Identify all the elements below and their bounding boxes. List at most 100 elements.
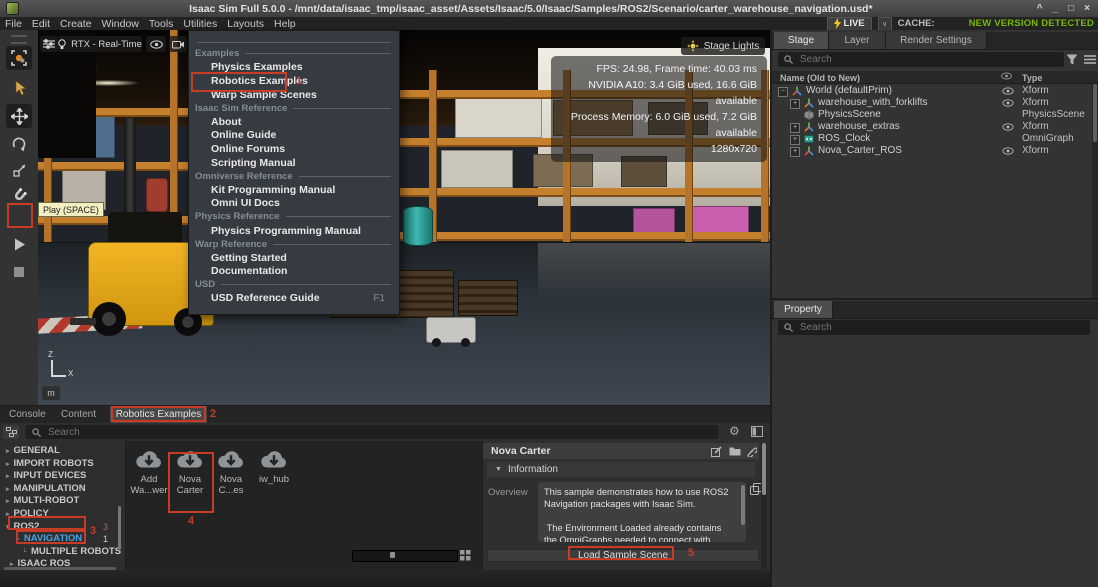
category-multi-robot[interactable]: ▸MULTI-ROBOT <box>0 495 125 507</box>
scale-tool-icon[interactable] <box>6 158 32 182</box>
menu-file[interactable]: File <box>0 18 27 30</box>
visibility-menu-icon[interactable] <box>146 36 166 52</box>
browser-search[interactable] <box>26 425 718 439</box>
menu-item-kit-programming-manual[interactable]: Kit Programming Manual <box>189 183 399 197</box>
cursor-tool-icon[interactable] <box>6 76 32 100</box>
tab-content[interactable]: Content <box>61 406 96 423</box>
menu-item-physics-programming-manual[interactable]: Physics Programming Manual <box>189 224 399 238</box>
link-icon[interactable] <box>746 446 757 457</box>
menu-item-online-guide[interactable]: Online Guide <box>189 129 399 143</box>
overview-scrollbar[interactable] <box>741 485 745 525</box>
menu-tools[interactable]: Tools <box>144 18 179 30</box>
tab-render-settings[interactable]: Render Settings <box>886 32 987 49</box>
load-sample-scene-button[interactable]: Load Sample Scene <box>487 549 759 562</box>
menu-item-physics-examples[interactable]: Physics Examples <box>189 61 399 75</box>
detail-scrollbar[interactable] <box>761 443 767 569</box>
grid-view-icon[interactable] <box>460 550 471 561</box>
maximize-button[interactable]: □ <box>1068 3 1074 14</box>
menu-help[interactable]: Help <box>269 18 301 30</box>
card-nova-carter[interactable]: NovaCarter <box>169 449 211 496</box>
filter-icon[interactable] <box>1066 54 1078 65</box>
stage-row-nova-carter-ros[interactable]: + Nova_Carter_ROS Xform <box>772 145 1090 157</box>
menu-create[interactable]: Create <box>55 18 97 30</box>
minimize-button[interactable]: _ <box>1053 3 1059 14</box>
menu-item-scripting-manual[interactable]: Scripting Manual <box>189 156 399 170</box>
menu-window[interactable]: Window <box>97 18 144 30</box>
category-multiple-robots[interactable]: └MULTIPLE ROBOTS <box>0 546 125 558</box>
toolbar-drag-handle[interactable] <box>11 35 27 44</box>
stage-row-warehouse-extras[interactable]: + warehouse_extras Xform <box>772 121 1090 133</box>
expand-icon[interactable]: + <box>790 123 800 133</box>
collapse-icon[interactable]: − <box>778 87 788 97</box>
category-import-robots[interactable]: ▸IMPORT ROBOTS <box>0 458 125 470</box>
menu-item-warp-sample-scenes[interactable]: Warp Sample Scenes <box>189 88 399 102</box>
snap-tool-icon[interactable] <box>6 183 32 207</box>
settings-gear-icon[interactable]: ⚙ <box>729 424 740 438</box>
visibility-eye-icon[interactable] <box>1002 99 1014 107</box>
category-general[interactable]: ▸GENERAL <box>0 445 125 457</box>
property-search[interactable] <box>778 320 1090 335</box>
rotate-tool-icon[interactable] <box>6 132 32 156</box>
stage-lights-button[interactable]: Stage Lights <box>681 37 765 55</box>
camera-menu-icon[interactable] <box>169 36 187 52</box>
tab-robotics-examples[interactable]: Robotics Examples <box>110 406 207 423</box>
viewport-settings-icon[interactable] <box>40 36 58 52</box>
card-iw-hub[interactable]: iw_hub <box>253 449 295 485</box>
units-indicator[interactable]: m <box>42 386 60 400</box>
card-size-slider[interactable] <box>352 550 458 562</box>
edit-icon[interactable] <box>711 446 722 457</box>
visibility-eye-icon[interactable] <box>1002 123 1014 131</box>
stage-search[interactable] <box>778 52 1064 67</box>
viewport[interactable]: RTX - Real-Time Stage Lights FPS: 24.98,… <box>38 30 770 405</box>
expand-icon[interactable]: + <box>790 99 800 109</box>
menu-item-getting-started[interactable]: Getting Started <box>189 251 399 265</box>
menu-item-online-forums[interactable]: Online Forums <box>189 142 399 156</box>
stage-row-physicsscene[interactable]: PhysicsScene PhysicsScene <box>772 109 1090 121</box>
menu-item-documentation[interactable]: Documentation <box>189 265 399 279</box>
category-tree-icon[interactable] <box>3 425 19 439</box>
tab-layer[interactable]: Layer <box>829 32 886 49</box>
tab-property[interactable]: Property <box>774 301 833 318</box>
menu-layouts[interactable]: Layouts <box>222 18 269 30</box>
card-nova-carter-es[interactable]: NovaC...es <box>210 449 252 496</box>
information-section-header[interactable]: ▼ Information <box>487 462 755 477</box>
stage-search-input[interactable] <box>798 53 1058 66</box>
axis-gizmo[interactable]: Z X <box>44 352 74 382</box>
category-scrollbar[interactable] <box>118 506 121 550</box>
close-button[interactable]: × <box>1084 3 1090 14</box>
expand-icon[interactable]: + <box>790 147 800 157</box>
category-policy[interactable]: ▸POLICY <box>0 508 125 520</box>
live-button[interactable]: LIVE <box>827 17 872 31</box>
menu-item-omni-ui-docs[interactable]: Omni UI Docs <box>189 197 399 211</box>
category-manipulation[interactable]: ▸MANIPULATION <box>0 483 125 495</box>
menu-item-about[interactable]: About <box>189 115 399 129</box>
visibility-eye-icon[interactable] <box>1002 87 1014 95</box>
stage-column-header[interactable]: Name (Old to New) Type <box>772 71 1098 84</box>
play-button[interactable] <box>6 232 32 256</box>
options-menu-icon[interactable] <box>1084 55 1096 64</box>
browser-search-input[interactable] <box>46 426 712 439</box>
stage-row-warehouse-with-forklifts[interactable]: + warehouse_with_forklifts Xform <box>772 97 1090 109</box>
move-tool-icon[interactable] <box>6 104 32 128</box>
panel-layout-icon[interactable] <box>751 426 763 437</box>
card-add-warehouse[interactable]: AddWa...wer <box>128 449 170 496</box>
stage-row-ros-clock[interactable]: + ROS_Clock OmniGraph <box>772 133 1090 145</box>
selection-tool-icon[interactable] <box>6 46 32 70</box>
menu-utilities[interactable]: Utilities <box>178 18 222 30</box>
category-input-devices[interactable]: ▸INPUT DEVICES <box>0 470 125 482</box>
expand-icon[interactable]: + <box>790 135 800 145</box>
panel-splitter[interactable] <box>772 298 1098 300</box>
stage-row-world[interactable]: − World (defaultPrim) Xform <box>772 85 1090 97</box>
menu-edit[interactable]: Edit <box>27 18 55 30</box>
menu-item-usd-reference-guide[interactable]: USD Reference Guide F1 <box>189 292 399 306</box>
stop-button[interactable] <box>6 260 32 284</box>
live-dropdown-chevron[interactable]: ∨ <box>878 17 892 31</box>
renderer-selector[interactable]: RTX - Real-Time <box>58 36 142 52</box>
tab-console[interactable]: Console <box>9 406 46 423</box>
folder-icon[interactable] <box>729 446 741 456</box>
tab-stage[interactable]: Stage <box>774 32 829 49</box>
stage-scrollbar[interactable] <box>1092 84 1098 298</box>
property-search-input[interactable] <box>798 321 1084 334</box>
restore-button[interactable]: ^ <box>1037 3 1043 14</box>
menu-item-robotics-examples[interactable]: Robotics Examples <box>189 74 399 88</box>
